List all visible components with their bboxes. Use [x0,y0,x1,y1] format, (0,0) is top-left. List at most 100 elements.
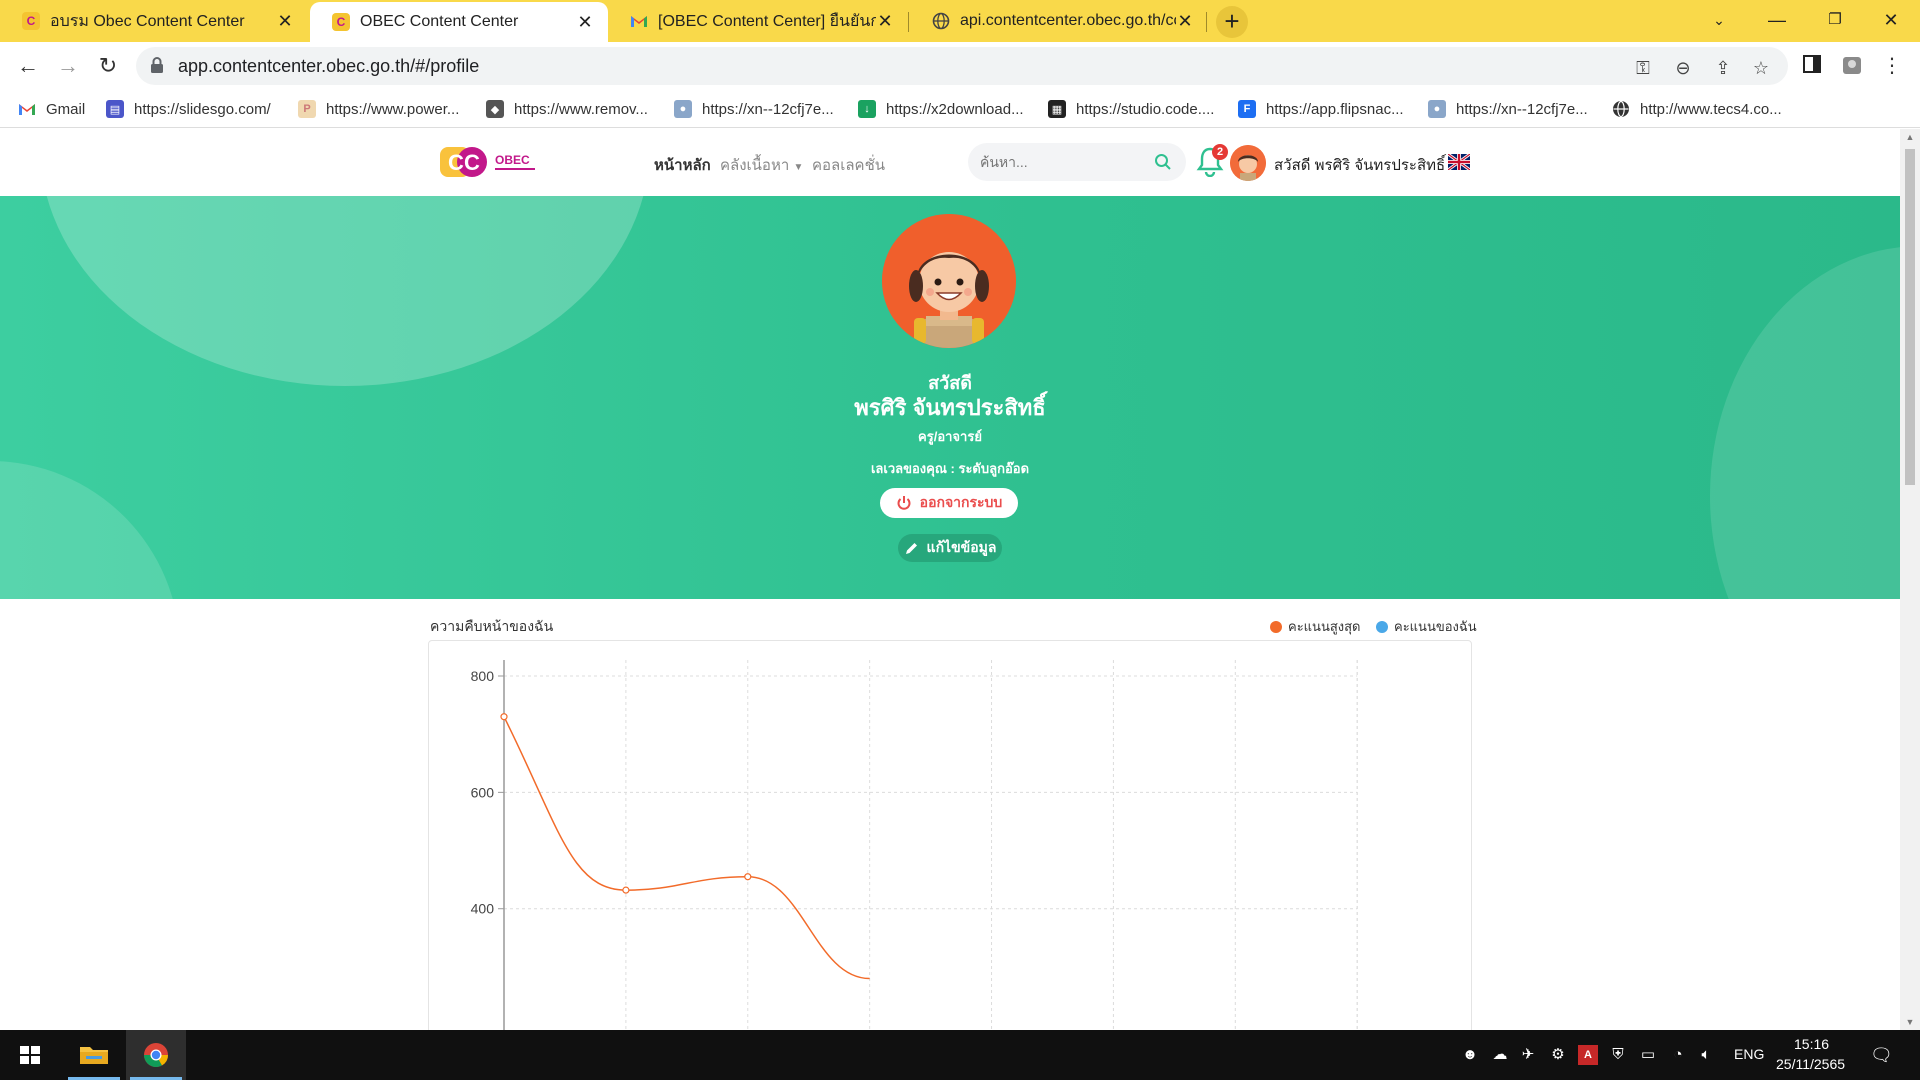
bookmark-label: https://x2download... [886,100,1024,118]
page-viewport: C C OBEC หน้าหลัก คลังเนื้อหา ▼ คอลเลคชั… [0,129,1900,1030]
folder-icon [80,1047,108,1064]
obec-logo[interactable]: C C OBEC [440,144,540,180]
back-button[interactable]: ← [12,50,44,82]
chrome-icon [143,1043,168,1068]
bookmark-label: http://www.tecs4.co... [1640,100,1782,118]
site-icon: ● [674,100,692,118]
share-icon[interactable]: ⇪ [1712,57,1734,79]
edit-profile-button[interactable]: แก้ไขข้อมูล [898,534,1002,562]
key-icon[interactable]: ⚿ [1632,57,1654,79]
bookmarks-bar: Gmail ▤ https://slidesgo.com/ P https://… [0,90,1920,128]
uk-flag-icon[interactable] [1448,154,1470,170]
remove-icon: ◆ [486,100,504,118]
bookmark-slidesgo[interactable]: ▤ https://slidesgo.com/ [106,96,271,122]
bookmark-flipsnack[interactable]: F https://app.flipsnac... [1238,96,1404,122]
scroll-thumb[interactable] [1905,149,1915,485]
tab-gmail-confirm[interactable]: [OBEC Content Center] ยืนยันการส ✕ [608,0,908,42]
clock-date[interactable]: 25/11/2565 [1776,1056,1845,1072]
site-icon: ● [1428,100,1446,118]
bookmark-power[interactable]: P https://www.power... [298,96,459,122]
onedrive-icon[interactable]: ☁ [1490,1045,1510,1065]
caret-down-icon: ▼ [793,162,804,173]
battery-icon[interactable]: ▭ [1638,1045,1658,1065]
bookmark-label: https://app.flipsnac... [1266,100,1404,118]
menu-icon[interactable]: ⋮ [1880,54,1904,78]
site-search [968,143,1186,181]
address-bar[interactable]: app.contentcenter.obec.go.th/#/profile ⚿… [136,47,1788,85]
nav-library-dropdown[interactable]: คลังเนื้อหา ▼ [720,153,803,177]
close-icon[interactable]: ✕ [576,12,594,33]
close-window-button[interactable]: ✕ [1862,0,1920,40]
bookmark-label: https://www.remov... [514,100,648,118]
browser-toolbar: ← → ↻ app.contentcenter.obec.go.th/#/pro… [0,42,1920,90]
series-point [622,886,630,894]
edit-profile-label: แก้ไขข้อมูล [926,539,997,555]
chrome-app[interactable] [126,1030,186,1080]
close-icon[interactable]: ✕ [876,11,894,32]
close-icon[interactable]: ✕ [1176,11,1194,32]
wifi-icon[interactable]: ◔ [1668,1045,1688,1065]
minimize-button[interactable]: — [1748,0,1806,40]
url-text: app.contentcenter.obec.go.th/#/profile [178,56,480,76]
decor-circle [0,461,180,599]
bookmark-label: Gmail [46,100,86,118]
input-language[interactable]: ENG [1734,1046,1764,1062]
star-icon[interactable]: ☆ [1750,57,1772,79]
scroll-up-arrow[interactable]: ▲ [1900,129,1920,145]
forward-button[interactable]: → [52,50,84,82]
notification-badge: 2 [1212,144,1228,160]
user-avatar[interactable] [1230,145,1266,181]
legend-label: คะแนนสูงสุด [1288,619,1361,634]
reload-button[interactable]: ↻ [92,50,124,82]
restore-button[interactable]: ❐ [1806,0,1864,40]
bookmark-label: https://xn--12cfj7e... [702,100,834,118]
logout-label: ออกจากระบบ [919,494,1003,510]
svg-text:C: C [464,150,480,175]
bookmark-xn-site-2[interactable]: ● https://xn--12cfj7e... [1428,96,1588,122]
security-shield-icon[interactable]: ⛨ [1608,1045,1628,1065]
bookmark-studio-code[interactable]: ▦ https://studio.code.... [1048,96,1214,122]
windows-logo-icon [20,1046,40,1064]
bookmark-gmail[interactable]: Gmail [18,96,85,122]
logout-button[interactable]: ออกจากระบบ [880,488,1018,518]
profile-hero: สวัสดี พรศิริ จันทรประสิทธิ์ ครู/อาจารย์… [0,196,1900,599]
zoom-icon[interactable]: ⊖ [1672,57,1694,79]
profile-avatar [882,214,1016,348]
tab-title: [OBEC Content Center] ยืนยันการส [658,12,876,30]
antivirus-icon[interactable]: A [1578,1045,1598,1065]
start-button[interactable] [0,1030,60,1080]
volume-icon[interactable]: 🔈︎ [1696,1045,1716,1065]
clock-time[interactable]: 15:16 [1794,1036,1829,1052]
tab-obec-training[interactable]: C อบรม Obec Content Center ✕ [0,0,308,42]
nav-library-label: คลังเนื้อหา [720,157,790,174]
bookmark-tecs4[interactable]: http://www.tecs4.co... [1612,96,1782,122]
y-tick-label: 800 [471,668,495,684]
close-icon[interactable]: ✕ [276,11,294,32]
bookmark-remove[interactable]: ◆ https://www.remov... [486,96,648,122]
scroll-down-arrow[interactable]: ▼ [1900,1014,1920,1030]
search-input[interactable] [968,143,1148,181]
file-explorer-app[interactable] [64,1030,124,1080]
bookmark-x2download[interactable]: ↓ https://x2download... [858,96,1024,122]
app-tray-icon[interactable]: ⚙ [1548,1045,1568,1065]
profile-icon[interactable] [1840,54,1864,78]
search-icon[interactable] [1154,153,1172,171]
tab-search-button[interactable]: ⌄ [1690,0,1748,40]
legend-dot [1270,620,1282,633]
side-panel-icon[interactable] [1800,54,1824,78]
tab-api[interactable]: api.contentcenter.obec.go.th/cc- ✕ [910,0,1208,42]
page-scrollbar[interactable]: ▲ ▼ [1900,129,1920,1030]
bookmark-xn-site[interactable]: ● https://xn--12cfj7e... [674,96,834,122]
people-icon[interactable]: ☻ [1460,1045,1480,1065]
tab-obec-content-center[interactable]: C OBEC Content Center ✕ [310,2,608,42]
nav-home[interactable]: หน้าหลัก [654,153,711,177]
globe-icon [1612,100,1630,118]
user-greeting[interactable]: สวัสดี พรศิริ จันทรประสิทธิ์ [1274,153,1445,177]
network-drive-icon[interactable]: ✈ [1518,1045,1538,1065]
new-tab-button[interactable]: + [1216,6,1248,38]
cc-logo-icon: C [332,13,350,31]
bookmark-label: https://xn--12cfj7e... [1456,100,1588,118]
nav-collection[interactable]: คอลเลคชั่น [812,153,885,177]
gmail-icon [18,100,36,118]
notification-center-icon[interactable]: 🗨︎ [1870,1045,1893,1065]
